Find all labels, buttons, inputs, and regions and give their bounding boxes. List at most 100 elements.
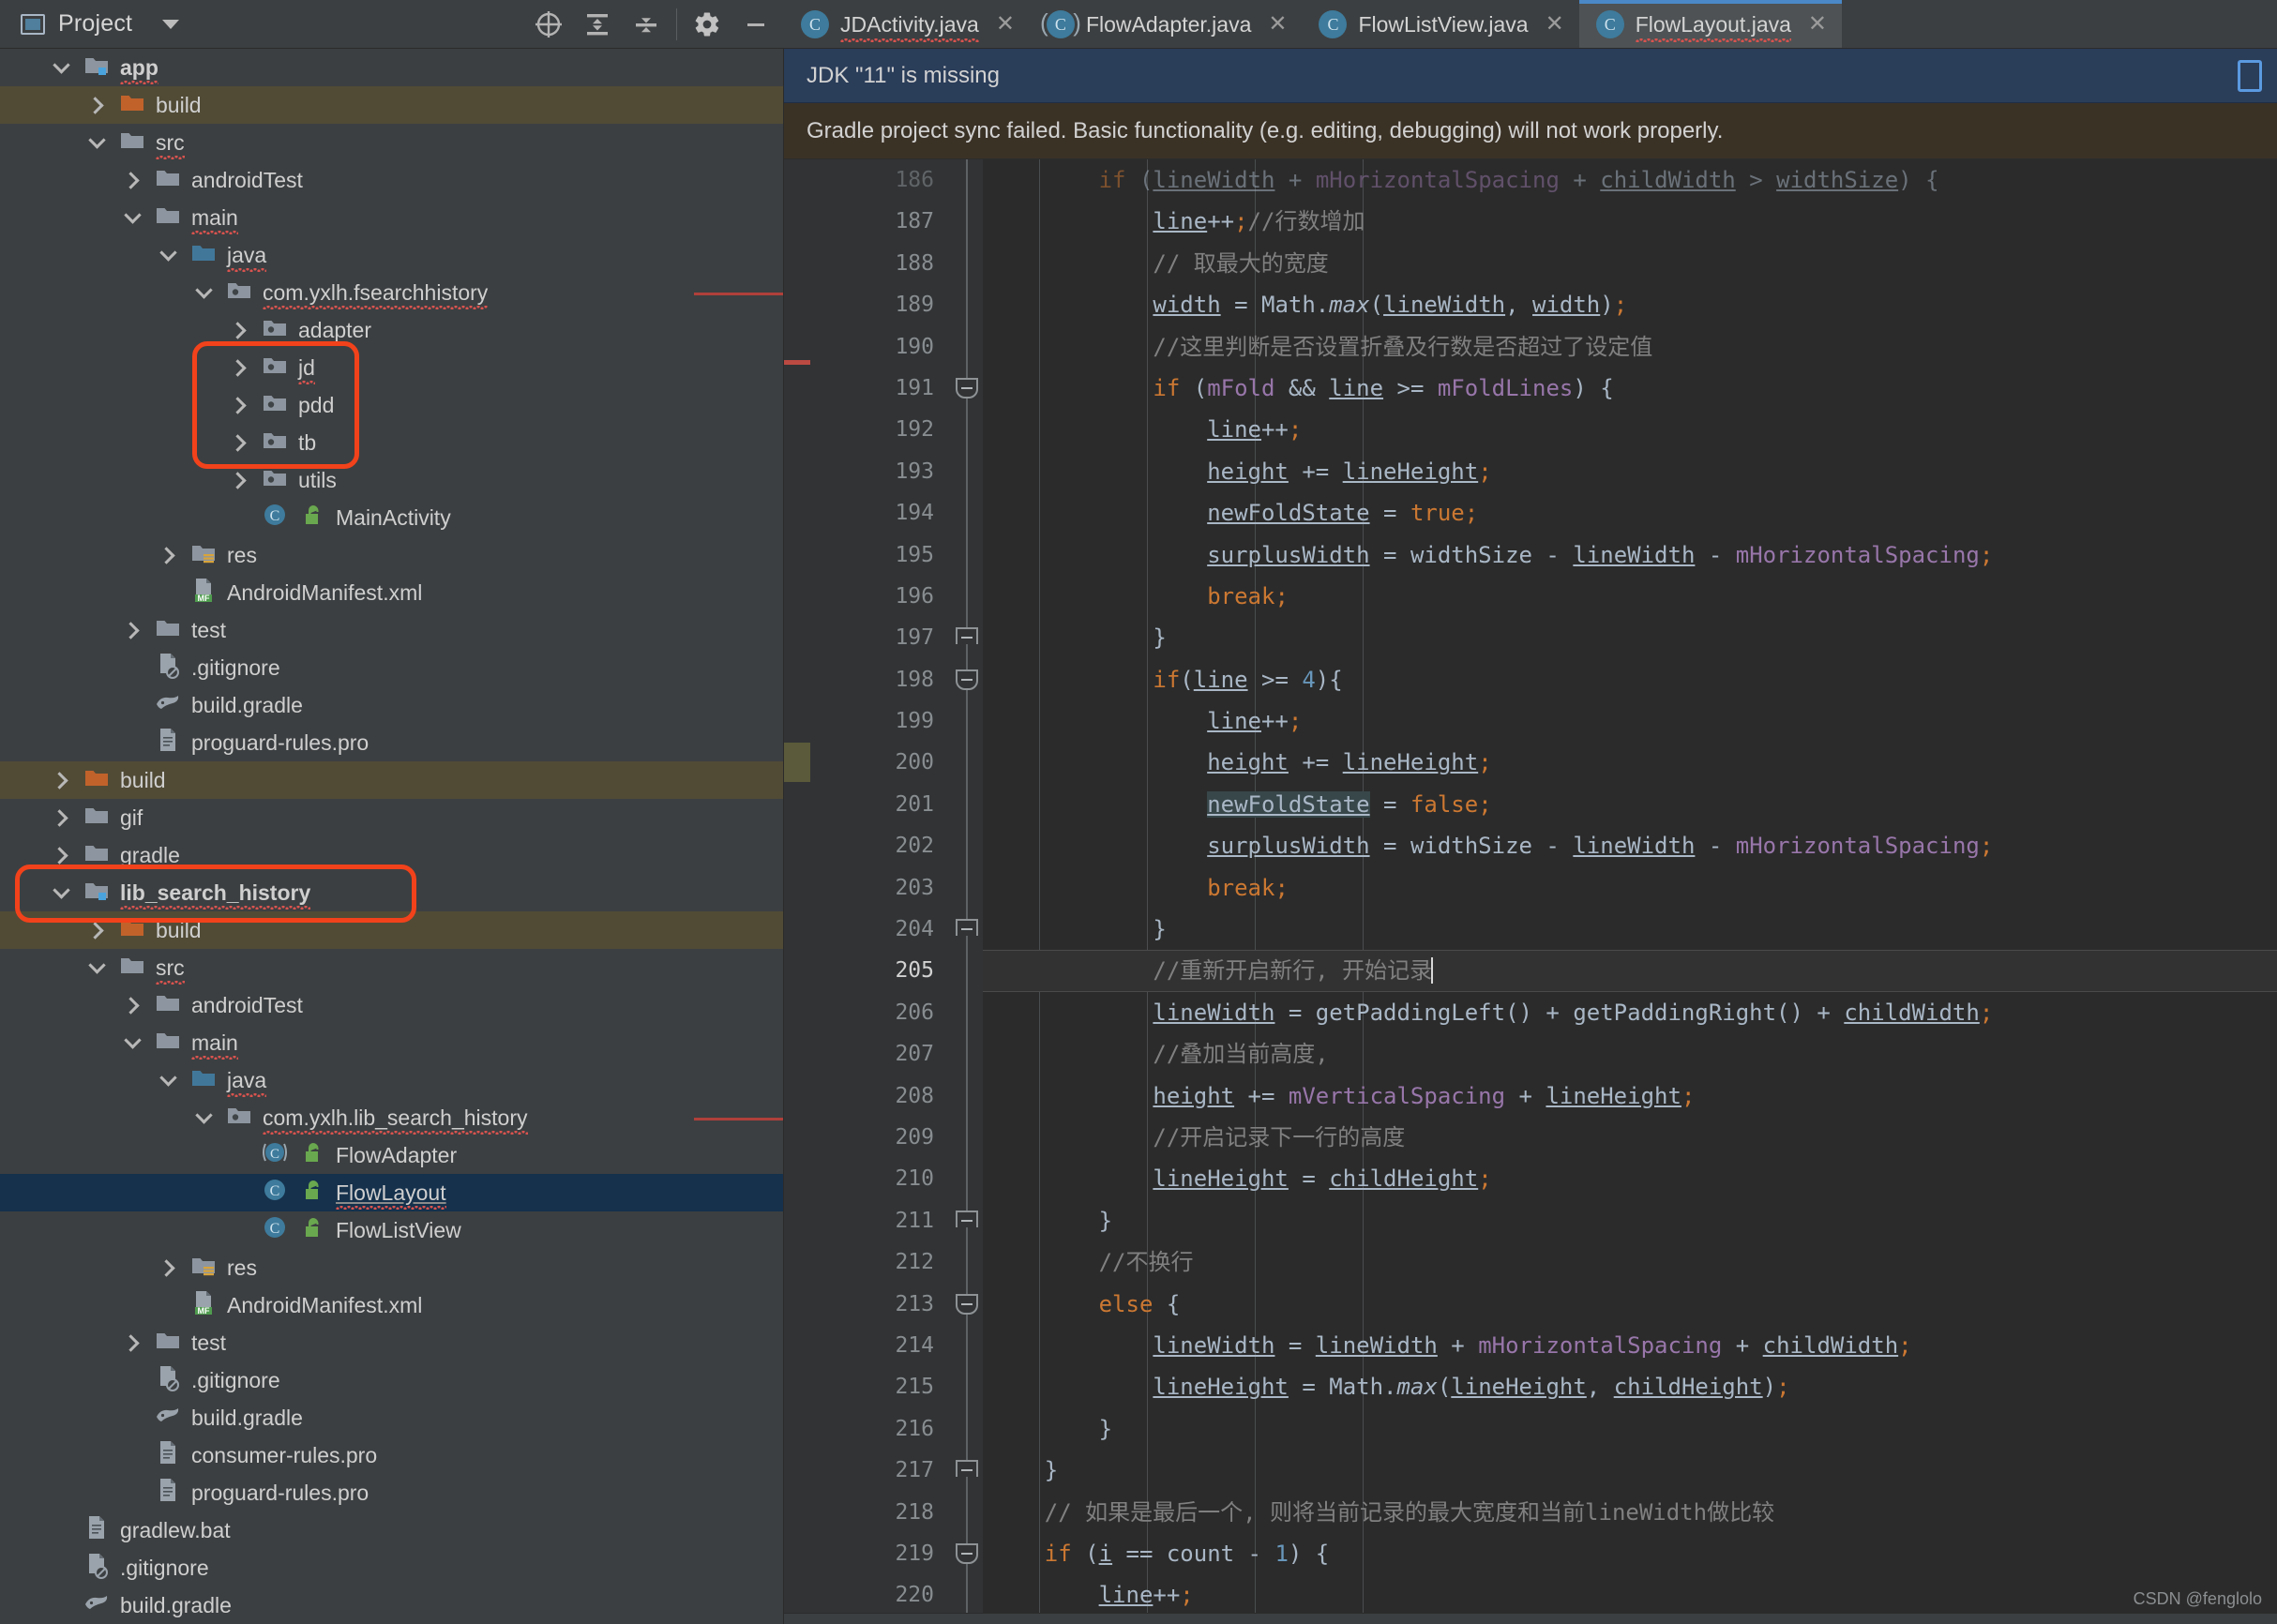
chevron-down-icon[interactable] [49,880,73,905]
chevron-right-icon[interactable] [227,468,251,492]
code-line[interactable]: //叠加当前高度, [983,1033,2277,1075]
close-icon[interactable]: ✕ [996,13,1015,36]
code-line[interactable]: //重新开启新行, 开始记录 [983,950,2277,993]
code-line[interactable]: } [983,1450,2277,1491]
tree-item-consumer-rules-pro[interactable]: consumer-rules.pro [0,1436,783,1474]
chevron-down-icon[interactable] [84,130,109,155]
tree-item-build[interactable]: build [0,86,783,124]
tree-item--gitignore[interactable]: .gitignore [0,649,783,686]
fold-toggle-icon[interactable] [956,627,978,645]
chevron-right-icon[interactable] [49,843,73,867]
tree-item-proguard-rules-pro[interactable]: proguard-rules.pro [0,1474,783,1511]
code-line[interactable]: break; [983,867,2277,909]
fold-toggle-icon[interactable] [956,378,978,398]
code-line[interactable]: lineHeight = childHeight; [983,1158,2277,1199]
tab-jdactivity[interactable]: C JDActivity.java ✕ [784,0,1030,48]
tree-item-com-yxlh-lib-search-history[interactable]: com.yxlh.lib_search_history [0,1099,783,1136]
fold-toggle-icon[interactable] [956,1210,978,1227]
code-line[interactable]: //开启记录下一行的高度 [983,1117,2277,1158]
code-line[interactable]: if(line >= 4){ [983,659,2277,700]
tree-item-flowlistview[interactable]: C FlowListView [0,1211,783,1249]
chevron-right-icon[interactable] [120,1331,144,1355]
chevron-right-icon[interactable] [156,543,180,567]
tree-item-tb[interactable]: tb [0,424,783,461]
code-line[interactable]: lineHeight = Math.max(lineHeight, childH… [983,1366,2277,1407]
code-line[interactable]: line++;//行数增加 [983,201,2277,242]
close-icon[interactable]: ✕ [1268,13,1287,36]
chevron-right-icon[interactable] [156,1256,180,1280]
tab-flowlayout[interactable]: C FlowLayout.java ✕ [1578,0,1843,48]
tree-item-proguard-rules-pro[interactable]: proguard-rules.pro [0,724,783,761]
tree-item-res[interactable]: res [0,536,783,574]
annotation-gutter[interactable] [784,159,810,1624]
chevron-right-icon[interactable] [84,93,109,117]
chevron-right-icon[interactable] [49,768,73,792]
tree-item-flowadapter[interactable]: C FlowAdapter [0,1136,783,1174]
project-tree[interactable]: app build src androidTest main java com.yxlh.f… [0,49,784,1624]
locate-in-tree-button[interactable] [524,2,573,47]
tree-item-com-yxlh-fsearchhistory[interactable]: com.yxlh.fsearchhistory [0,274,783,311]
tree-item-java[interactable]: java [0,236,783,274]
vcs-change-marker[interactable] [784,742,810,782]
tree-item-java[interactable]: java [0,1061,783,1099]
code-line[interactable]: } [983,1200,2277,1241]
tree-item-androidmanifest-xml[interactable]: MF AndroidManifest.xml [0,574,783,611]
fold-toggle-icon[interactable] [956,1460,978,1478]
code-line[interactable]: //这里判断是否设置折叠及行数是否超过了设定值 [983,326,2277,368]
tree-item-androidtest[interactable]: androidTest [0,161,783,199]
code-line[interactable]: surplusWidth = widthSize - lineWidth - m… [983,534,2277,576]
code-line[interactable]: line++; [983,409,2277,450]
chevron-down-icon[interactable] [162,19,180,29]
code-line[interactable]: // 取最大的宽度 [983,243,2277,284]
code-line[interactable]: // 如果是最后一个, 则将当前记录的最大宽度和当前lineWidth做比较 [983,1492,2277,1533]
code-line[interactable]: else { [983,1284,2277,1325]
tree-item-build-gradle[interactable]: build.gradle [0,686,783,724]
code-line[interactable]: height += lineHeight; [983,742,2277,783]
code-line[interactable]: newFoldState = false; [983,784,2277,825]
settings-button[interactable] [683,2,731,47]
tree-item-build[interactable]: build [0,911,783,949]
code-line[interactable]: height += mVerticalSpacing + lineHeight; [983,1075,2277,1117]
tree-item-main[interactable]: main [0,199,783,236]
tree-item-test[interactable]: test [0,1324,783,1361]
chevron-down-icon[interactable] [191,1105,216,1130]
code-line[interactable]: } [983,617,2277,658]
error-stripe-marker[interactable] [784,359,810,365]
tree-item-gradlew-bat[interactable]: gradlew.bat [0,1511,783,1549]
line-number-gutter[interactable]: 186 187 188 189 190 191 192 193 194 195 196 197 198 1… [810,159,951,1624]
tree-item-lib-search-history[interactable]: lib_search_history [0,874,783,911]
fold-toggle-icon[interactable] [956,1543,978,1565]
tree-item-adapter[interactable]: adapter [0,311,783,349]
banner-action-icon[interactable] [2238,60,2262,92]
tree-item-src[interactable]: src [0,124,783,161]
chevron-down-icon[interactable] [120,205,144,230]
tree-item-gif[interactable]: gif [0,799,783,836]
tree-item-build[interactable]: build [0,761,783,799]
code-line[interactable]: break; [983,576,2277,617]
tree-item--gitignore[interactable]: .gitignore [0,1361,783,1399]
code-line[interactable]: if (mFold && line >= mFoldLines) { [983,368,2277,409]
chevron-down-icon[interactable] [84,955,109,980]
chevron-right-icon[interactable] [120,993,144,1017]
expand-all-button[interactable] [573,2,622,47]
fold-toggle-icon[interactable] [956,1293,978,1315]
chevron-right-icon[interactable] [227,318,251,342]
chevron-right-icon[interactable] [120,618,144,642]
code-line[interactable]: lineWidth = getPaddingLeft() + getPaddin… [983,992,2277,1033]
tree-item-gradle[interactable]: gradle [0,836,783,874]
code-line[interactable]: width = Math.max(lineWidth, width); [983,284,2277,325]
tree-item-flowlayout[interactable]: C FlowLayout [0,1174,783,1211]
code-line[interactable]: } [983,1408,2277,1450]
code-folding-gutter[interactable] [951,159,983,1624]
close-icon[interactable]: ✕ [1546,13,1564,36]
chevron-right-icon[interactable] [227,430,251,455]
collapse-all-button[interactable] [622,2,671,47]
tab-flowadapter[interactable]: C () FlowAdapter.java ✕ [1029,0,1303,48]
tree-item-androidmanifest-xml[interactable]: MF AndroidManifest.xml [0,1286,783,1324]
code-editor[interactable]: 186 187 188 189 190 191 192 193 194 195 196 197 198 1… [784,159,2277,1624]
chevron-right-icon[interactable] [49,805,73,830]
chevron-down-icon[interactable] [120,1030,144,1055]
code-line[interactable]: } [983,909,2277,950]
chevron-right-icon[interactable] [84,918,109,942]
code-line[interactable]: line++; [983,700,2277,742]
